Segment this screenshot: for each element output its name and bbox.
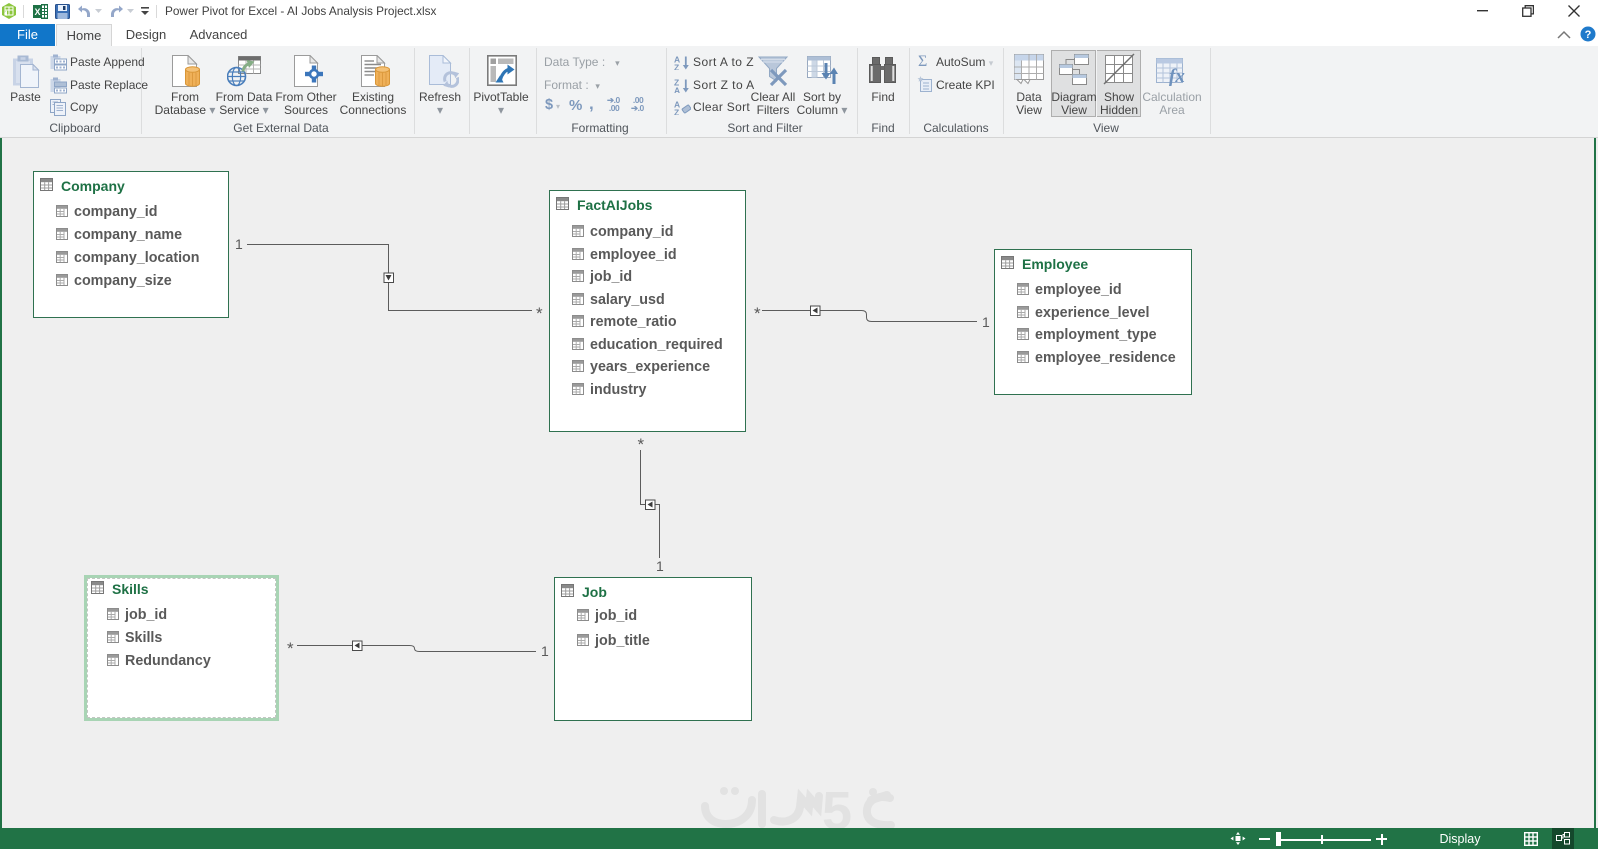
svg-text:1: 1 <box>656 558 664 574</box>
svg-text:X: X <box>34 7 40 17</box>
svg-text:*: * <box>287 639 294 658</box>
svg-text:1: 1 <box>235 236 243 252</box>
svg-text:fx: fx <box>1169 66 1185 86</box>
svg-text:*: * <box>754 304 761 323</box>
svg-text:Z: Z <box>674 108 679 116</box>
svg-text:*: * <box>638 435 645 454</box>
svg-text:1: 1 <box>982 314 990 330</box>
svg-text:Z: Z <box>674 63 679 71</box>
svg-text:1: 1 <box>541 643 549 659</box>
svg-text:A: A <box>674 85 680 93</box>
svg-text:*: * <box>536 304 543 323</box>
svg-text:?: ? <box>1585 29 1592 41</box>
